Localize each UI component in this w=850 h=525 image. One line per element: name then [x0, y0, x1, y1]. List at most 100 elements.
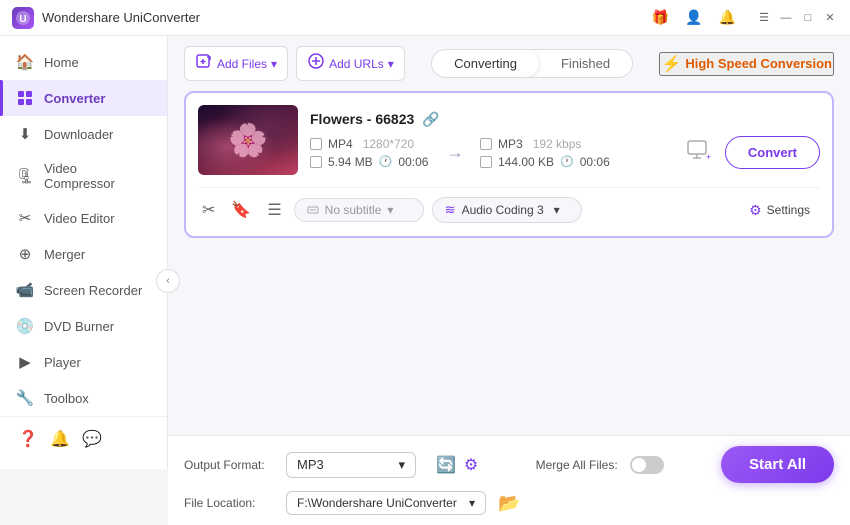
- svg-text:U: U: [19, 14, 26, 25]
- minimize-button[interactable]: —: [778, 10, 794, 26]
- bookmark-icon[interactable]: 🔖: [227, 196, 255, 224]
- menu-dots-icon[interactable]: ☰: [263, 196, 285, 224]
- sidebar-item-toolbox[interactable]: 🔧 Toolbox: [0, 380, 167, 416]
- scissors-icon[interactable]: ✂: [198, 196, 219, 224]
- settings-gear-icon: ⚙: [749, 202, 762, 219]
- target-format-checkbox[interactable]: [480, 138, 492, 150]
- sidebar: 🏠 Home Converter ⬇ Downloader: [0, 36, 168, 469]
- source-duration: 00:06: [398, 155, 428, 169]
- target-duration: 00:06: [580, 155, 610, 169]
- output-format-label: Output Format:: [184, 458, 274, 472]
- target-size-checkbox[interactable]: [480, 156, 492, 168]
- source-resolution: 1280*720: [363, 137, 414, 151]
- menu-icon[interactable]: ☰: [756, 10, 772, 26]
- app-title: Wondershare UniConverter: [42, 10, 200, 25]
- target-size-item: 144.00 KB 🕐 00:06: [480, 155, 610, 169]
- target-format-item: MP3 192 kbps: [480, 137, 610, 151]
- refresh-icon[interactable]: 🔄: [436, 455, 456, 475]
- format-chevron: ▾: [398, 457, 405, 473]
- add-urls-label: Add URLs: [329, 57, 384, 71]
- sidebar-item-merger[interactable]: ⊕ Merger: [0, 236, 167, 272]
- output-format-value: MP3: [297, 457, 324, 472]
- tab-converting[interactable]: Converting: [432, 50, 539, 77]
- sidebar-label-video-editor: Video Editor: [44, 211, 115, 226]
- sidebar-item-screen-recorder[interactable]: 📹 Screen Recorder: [0, 272, 167, 308]
- sidebar-item-player[interactable]: ▶ Player: [0, 344, 167, 380]
- content-area: Add Files ▾ Add URLs ▾ Conv: [168, 36, 850, 525]
- merge-toggle[interactable]: [630, 456, 664, 474]
- feedback-icon[interactable]: 💬: [78, 425, 106, 453]
- start-all-button[interactable]: Start All: [721, 446, 834, 483]
- help-icon[interactable]: ❓: [14, 425, 42, 453]
- sidebar-item-home[interactable]: 🏠 Home: [0, 44, 167, 80]
- screen-icon[interactable]: +: [685, 136, 713, 170]
- window-controls: ☰ — □ ✕: [756, 10, 838, 26]
- sidebar-item-video-editor[interactable]: ✂ Video Editor: [0, 200, 167, 236]
- file-location-label: File Location:: [184, 496, 274, 510]
- file-meta-target: MP3 192 kbps 144.00 KB 🕐 00:06: [480, 137, 610, 169]
- sidebar-label-dvd-burner: DVD Burner: [44, 319, 114, 334]
- bell-icon[interactable]: 🔔: [715, 7, 740, 28]
- add-files-icon: [195, 52, 213, 75]
- toolbar: Add Files ▾ Add URLs ▾ Conv: [168, 36, 850, 91]
- source-format-item: MP4 1280*720: [310, 137, 430, 151]
- notifications-icon[interactable]: 🔔: [46, 425, 74, 453]
- file-name-text: Flowers - 66823: [310, 111, 414, 127]
- audio-coding-dropdown[interactable]: ≋ Audio Coding 3 ▾: [432, 197, 582, 223]
- toolbox-icon: 🔧: [16, 389, 34, 407]
- file-location-dropdown[interactable]: F:\Wondershare UniConverter ▾: [286, 491, 486, 515]
- settings-button[interactable]: ⚙ Settings: [739, 198, 820, 223]
- lightning-icon: ⚡: [661, 54, 681, 74]
- subtitle-dropdown[interactable]: No subtitle ▾: [294, 198, 424, 222]
- hide-sidebar-button[interactable]: ‹: [156, 269, 180, 293]
- title-bar-left: U Wondershare UniConverter: [12, 7, 200, 29]
- convert-button[interactable]: Convert: [725, 136, 820, 169]
- audio-chevron: ▾: [554, 203, 560, 217]
- gift-icon[interactable]: 🎁: [648, 7, 673, 28]
- source-format: MP4: [328, 137, 353, 151]
- high-speed-label: High Speed Conversion: [685, 56, 832, 71]
- add-urls-icon: [307, 52, 325, 75]
- high-speed-button[interactable]: ⚡ High Speed Conversion: [659, 52, 834, 76]
- subtitle-placeholder: No subtitle: [325, 203, 382, 217]
- close-button[interactable]: ✕: [822, 10, 838, 26]
- add-files-button[interactable]: Add Files ▾: [184, 46, 288, 81]
- sidebar-item-dvd-burner[interactable]: 💿 DVD Burner: [0, 308, 167, 344]
- source-size: 5.94 MB: [328, 155, 373, 169]
- dvd-burner-icon: 💿: [16, 317, 34, 335]
- home-icon: 🏠: [16, 53, 34, 71]
- video-compressor-icon: 🗜: [16, 167, 34, 185]
- file-meta-row: MP4 1280*720 5.94 MB 🕐 00:06: [310, 136, 820, 170]
- sidebar-item-video-compressor[interactable]: 🗜 Video Compressor: [0, 152, 167, 200]
- settings-label: Settings: [767, 203, 810, 217]
- merger-icon: ⊕: [16, 245, 34, 263]
- downloader-icon: ⬇: [16, 125, 34, 143]
- settings-small-icon[interactable]: ⚙: [464, 455, 478, 475]
- sidebar-label-player: Player: [44, 355, 81, 370]
- format-action-icons: 🔄 ⚙: [436, 455, 478, 475]
- app-icon: U: [12, 7, 34, 29]
- file-meta-source: MP4 1280*720 5.94 MB 🕐 00:06: [310, 137, 430, 169]
- folder-open-icon[interactable]: 📂: [498, 493, 520, 514]
- sidebar-label-home: Home: [44, 55, 79, 70]
- output-format-dropdown[interactable]: MP3 ▾: [286, 452, 416, 478]
- subtitle-icon: [307, 204, 319, 216]
- sidebar-label-downloader: Downloader: [44, 127, 113, 142]
- add-files-chevron: ▾: [271, 57, 277, 71]
- sidebar-item-downloader[interactable]: ⬇ Downloader: [0, 116, 167, 152]
- external-link-icon[interactable]: 🔗: [422, 111, 439, 128]
- output-format-row: Output Format: MP3 ▾ 🔄 ⚙ Merge All Files…: [184, 446, 834, 483]
- sidebar-item-converter[interactable]: Converter: [0, 80, 167, 116]
- add-urls-button[interactable]: Add URLs ▾: [296, 46, 405, 81]
- file-name: Flowers - 66823 🔗: [310, 111, 820, 128]
- tab-finished[interactable]: Finished: [539, 50, 632, 77]
- subtitle-chevron: ▾: [387, 203, 393, 217]
- source-format-checkbox[interactable]: [310, 138, 322, 150]
- user-icon[interactable]: 👤: [681, 7, 706, 28]
- tab-switcher: Converting Finished: [431, 49, 633, 78]
- add-urls-chevron: ▾: [388, 57, 394, 71]
- file-card-bottom: ✂ 🔖 ☰ No subtitle ▾ ≋ Audio Coding 3: [198, 187, 820, 224]
- maximize-button[interactable]: □: [800, 10, 816, 26]
- source-size-checkbox[interactable]: [310, 156, 322, 168]
- bottom-bar: Output Format: MP3 ▾ 🔄 ⚙ Merge All Files…: [168, 435, 850, 525]
